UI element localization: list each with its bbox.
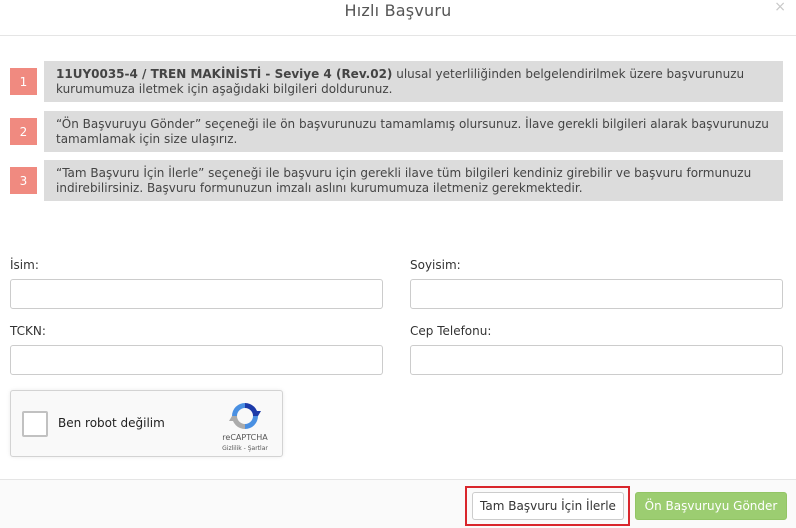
phone-label: Cep Telefonu: [410, 324, 492, 338]
close-icon[interactable]: × [774, 0, 786, 14]
tckn-input[interactable] [10, 345, 383, 375]
recaptcha-terms-link[interactable]: Gizlilik - Şartlar [209, 445, 281, 452]
name-input[interactable] [10, 279, 383, 309]
full-application-button[interactable]: Tam Başvuru İçin İlerle [472, 492, 624, 520]
step-number: 3 [10, 167, 37, 194]
recaptcha-brand: reCAPTCHA [222, 433, 268, 442]
step-text: 11UY0035-4 / TREN MAKİNİSTİ - Seviye 4 (… [44, 61, 783, 102]
recaptcha-widget: Ben robot değilim reCAPTCHA Gizlilik - Ş… [10, 390, 283, 457]
recaptcha-label: Ben robot değilim [58, 416, 165, 430]
surname-input[interactable] [410, 279, 783, 309]
step-number: 1 [10, 68, 37, 95]
name-label: İsim: [10, 258, 39, 272]
modal-header: Hızlı Başvuru × [0, 0, 796, 36]
step-text: “Tam Başvuru İçin İlerle” seçeneği ile b… [44, 160, 783, 201]
modal-title: Hızlı Başvuru [344, 1, 452, 20]
surname-label: Soyisim: [410, 258, 461, 272]
qualification-title: 11UY0035-4 / TREN MAKİNİSTİ - Seviye 4 (… [56, 67, 393, 81]
pre-application-submit-button[interactable]: Ön Başvuruyu Gönder [635, 492, 787, 520]
step-text: “Ön Başvuruyu Gönder” seçeneği ile ön ba… [44, 111, 783, 152]
recaptcha-logo-icon [229, 403, 261, 429]
phone-input[interactable] [410, 345, 783, 375]
recaptcha-checkbox[interactable] [22, 411, 48, 437]
quick-application-modal: Hızlı Başvuru × 1 11UY0035-4 / TREN MAKİ… [0, 0, 796, 528]
step-number: 2 [10, 118, 37, 145]
tckn-label: TCKN: [10, 324, 46, 338]
